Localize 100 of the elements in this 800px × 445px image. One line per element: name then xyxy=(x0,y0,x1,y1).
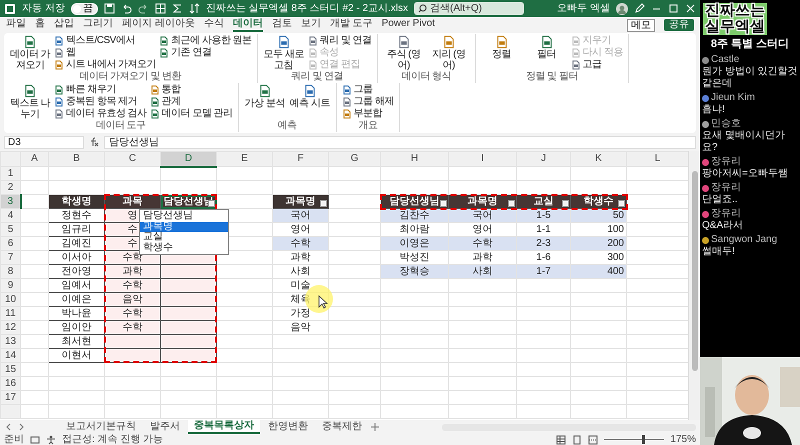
menu-tab[interactable]: 검토 xyxy=(272,18,292,32)
menu-tab[interactable]: 홈 xyxy=(35,18,45,32)
row-header[interactable]: 13 xyxy=(0,334,20,348)
row-header[interactable]: 6 xyxy=(0,236,20,250)
filter-button[interactable] xyxy=(508,200,515,207)
ribbon-button[interactable]: 고급 xyxy=(570,59,623,71)
sum-icon[interactable] xyxy=(172,3,183,14)
name-box[interactable]: D3 xyxy=(4,136,84,148)
row-header[interactable]: 8 xyxy=(0,264,20,278)
autosave-toggle[interactable]: 끔 xyxy=(70,2,98,14)
ribbon-button[interactable]: 최근에 사용한 원본 xyxy=(159,35,252,47)
maximize-icon[interactable] xyxy=(668,3,679,14)
column-header[interactable]: I xyxy=(448,152,516,166)
column-header[interactable]: J xyxy=(516,152,570,166)
row-header[interactable]: 4 xyxy=(0,208,20,222)
ribbon-button[interactable]: 지리 (영어) xyxy=(428,35,470,71)
formula-field[interactable]: 담당선생님 xyxy=(104,136,696,148)
page-layout-icon[interactable] xyxy=(572,434,582,444)
menu-tab[interactable]: Power Pivot xyxy=(382,18,435,32)
column-header[interactable]: K xyxy=(570,152,626,166)
menu-tab[interactable]: 파일 xyxy=(6,18,26,32)
row-header[interactable]: 15 xyxy=(0,362,20,376)
ribbon-button[interactable]: 데이터 유효성 검사 xyxy=(54,108,147,120)
sheet-tab[interactable]: 중복제한 xyxy=(316,421,368,433)
row-header[interactable]: 2 xyxy=(0,180,20,194)
ribbon-button[interactable]: 가상 분석 xyxy=(244,84,286,109)
row-header[interactable]: 10 xyxy=(0,292,20,306)
ribbon-button[interactable]: 필터 xyxy=(526,35,568,60)
ribbon-button[interactable]: 정렬 xyxy=(480,35,523,60)
row-header[interactable]: 14 xyxy=(0,348,20,362)
pen-icon[interactable] xyxy=(634,3,645,14)
vertical-scrollbar[interactable] xyxy=(688,151,700,420)
column-header[interactable]: L xyxy=(626,152,688,166)
column-header[interactable]: H xyxy=(380,152,448,166)
row-header[interactable]: 9 xyxy=(0,278,20,292)
function-icon[interactable] xyxy=(88,136,100,148)
menu-tab[interactable]: 삽입 xyxy=(54,18,74,32)
save-icon[interactable] xyxy=(104,3,115,14)
row-header[interactable]: 5 xyxy=(0,222,20,236)
ribbon-button[interactable]: 모두 새로 고침 xyxy=(262,35,305,71)
ribbon-button[interactable]: 그룹 해제 xyxy=(342,96,394,108)
column-header[interactable]: A xyxy=(20,152,48,166)
filter-button[interactable] xyxy=(562,200,569,207)
sheet-tab[interactable]: 발주서 xyxy=(144,421,186,433)
sheet-tab[interactable]: 보고서기본규칙 xyxy=(60,421,142,433)
row-header[interactable]: 11 xyxy=(0,306,20,320)
macro-icon[interactable] xyxy=(30,434,40,444)
grid-icon[interactable] xyxy=(154,3,166,14)
ribbon-button[interactable]: 쿼리 및 연결 xyxy=(308,35,372,47)
ribbon-button[interactable]: 시트 내에서 가져오기 xyxy=(54,59,156,71)
dropdown-item[interactable]: 과목명 xyxy=(140,222,228,232)
ribbon-button[interactable]: 중복된 항목 제거 xyxy=(54,96,147,108)
close-icon[interactable] xyxy=(685,3,696,14)
menu-tab[interactable]: 보기 xyxy=(300,18,321,32)
row-header[interactable]: 1 xyxy=(0,166,20,180)
sheet-tab[interactable]: 중복목록상자 xyxy=(188,420,260,434)
ribbon-button[interactable]: 데이터 가져오기 xyxy=(9,35,51,71)
page-break-icon[interactable] xyxy=(588,434,598,444)
ribbon-button[interactable]: 데이터 모델 관리 xyxy=(150,108,233,120)
row-header[interactable]: 12 xyxy=(0,320,20,334)
zoom-level[interactable]: 175% xyxy=(670,434,696,445)
spreadsheet-icon[interactable] xyxy=(4,2,16,14)
search-field[interactable]: 검색(Alt+Q) xyxy=(414,2,524,15)
column-header[interactable]: B xyxy=(48,152,104,166)
ribbon-button[interactable]: 예측 시트 xyxy=(288,84,331,109)
ribbon-button[interactable]: 빠른 채우기 xyxy=(54,84,147,96)
ribbon-button[interactable]: 텍스트 나누기 xyxy=(9,84,51,120)
sort-icon[interactable] xyxy=(188,3,200,14)
menu-tab[interactable]: 개발 도구 xyxy=(330,18,373,32)
menu-tab[interactable]: 페이지 레이아웃 xyxy=(122,18,195,32)
ribbon-button[interactable]: 그룹 xyxy=(342,84,394,96)
column-header[interactable]: C xyxy=(104,152,160,166)
sheet-tab[interactable]: 한영변환 xyxy=(262,421,314,433)
ribbon-button[interactable]: 주식 (영어) xyxy=(382,35,425,71)
filter-button[interactable] xyxy=(440,200,447,207)
column-header[interactable]: D xyxy=(160,152,216,166)
menu-tab[interactable]: 수식 xyxy=(204,18,224,32)
row-header[interactable]: 7 xyxy=(0,250,20,264)
menu-tab[interactable]: 그리기 xyxy=(83,18,113,32)
column-header[interactable]: G xyxy=(328,152,380,166)
ribbon-button[interactable]: 부분합 xyxy=(342,108,394,120)
ribbon-button[interactable]: 통합 xyxy=(150,84,233,96)
accessibility-icon[interactable] xyxy=(46,434,56,444)
filter-button[interactable] xyxy=(320,200,327,207)
avatar-icon[interactable] xyxy=(616,2,628,14)
row-header[interactable]: 3 xyxy=(0,194,20,208)
column-header[interactable]: F xyxy=(272,152,328,166)
accessibility-status[interactable]: 접근성: 계속 진행 가능 xyxy=(62,434,164,445)
share-button[interactable]: 공유 xyxy=(664,19,694,31)
redo-icon[interactable] xyxy=(138,3,149,14)
column-header[interactable]: E xyxy=(216,152,272,166)
ribbon-button[interactable]: 텍스트/CSV에서 xyxy=(54,35,156,47)
undo-icon[interactable] xyxy=(120,3,132,14)
filter-button[interactable] xyxy=(618,200,625,207)
ribbon-button[interactable]: 기존 연결 xyxy=(159,47,252,59)
normal-view-icon[interactable] xyxy=(556,434,566,444)
memo-button[interactable]: 메모 xyxy=(627,18,655,32)
add-sheet-icon[interactable] xyxy=(370,422,380,432)
row-header[interactable]: 16 xyxy=(0,376,20,390)
ribbon-button[interactable]: 관계 xyxy=(150,96,233,108)
